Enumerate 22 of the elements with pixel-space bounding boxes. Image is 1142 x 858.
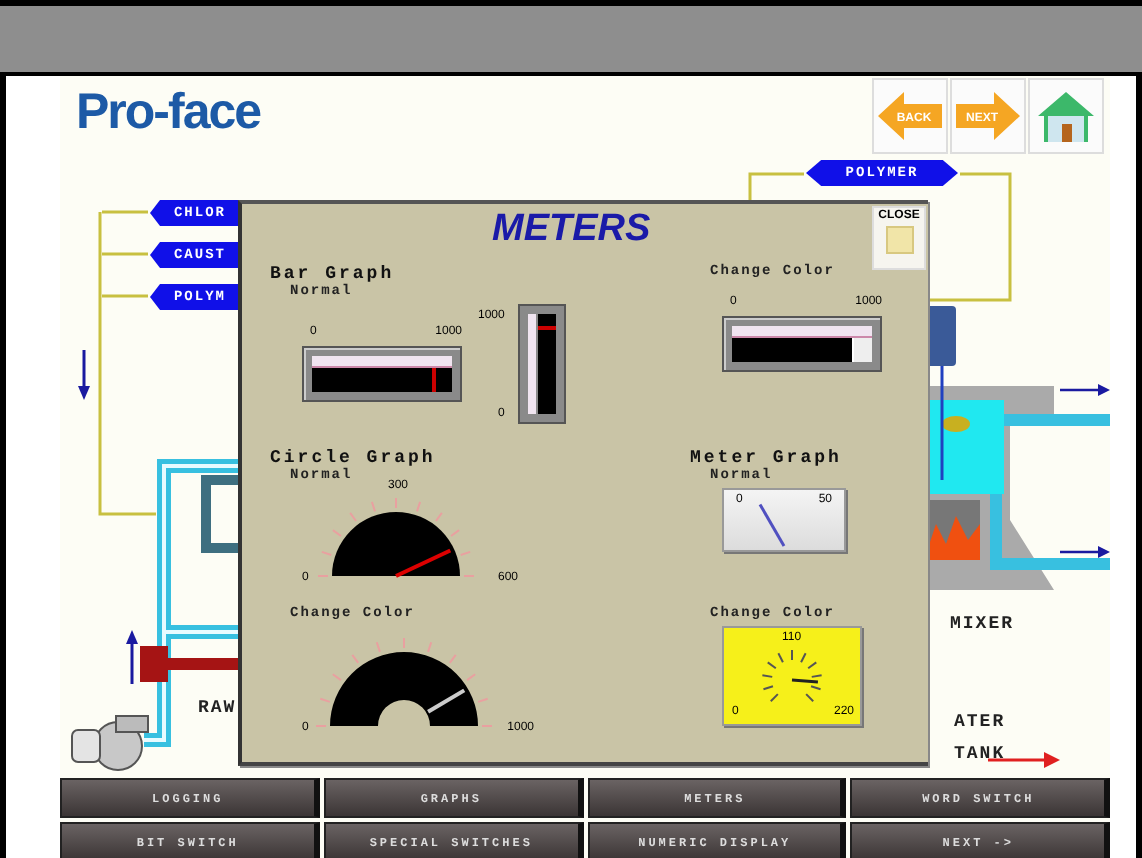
section-heading: Meter Graph xyxy=(690,447,844,468)
process-label: TANK xyxy=(954,744,1006,764)
section-heading: Circle Graph xyxy=(270,447,438,468)
arrow-icon xyxy=(1060,546,1110,558)
dialog-title: METERS xyxy=(492,208,651,252)
home-button[interactable] xyxy=(1028,78,1104,154)
pump-drawing xyxy=(71,715,149,771)
home-icon xyxy=(1036,88,1096,144)
valve-pipe-drawing xyxy=(140,646,240,682)
process-label: RAW xyxy=(198,698,237,718)
logo: Pro-face xyxy=(76,84,261,142)
section-heading: Bar Graph xyxy=(270,264,397,284)
process-label: MIXER xyxy=(950,614,1015,634)
arrow-icon xyxy=(78,350,90,400)
arrow-icon xyxy=(1060,384,1110,396)
gauge-face xyxy=(332,511,460,576)
arrow-icon xyxy=(126,630,138,684)
connector-line xyxy=(926,172,1012,302)
dial-ticks-drawing xyxy=(761,649,823,703)
connector-line xyxy=(748,172,804,200)
close-icon xyxy=(885,226,913,254)
process-label: ATER xyxy=(954,712,1006,732)
